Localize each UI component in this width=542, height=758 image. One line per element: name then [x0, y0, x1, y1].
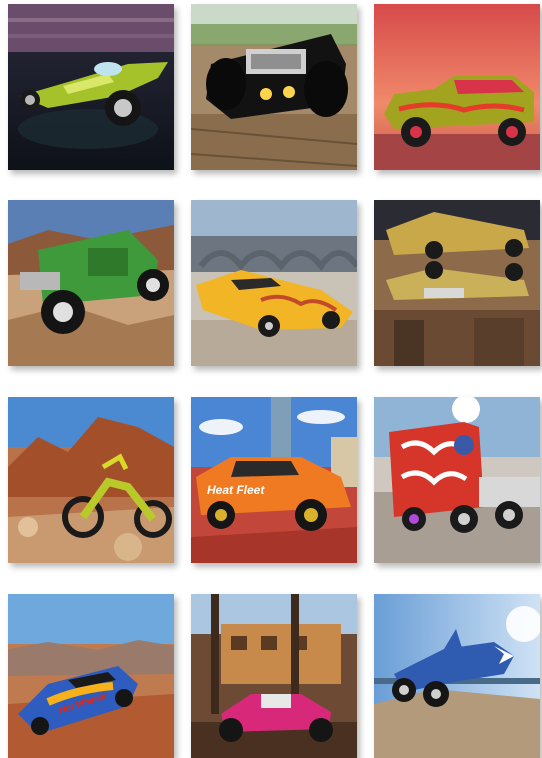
orange-gasser-photo [191, 397, 357, 563]
photo-tile-gold-gasser[interactable] [374, 4, 540, 170]
motocross-photo [8, 397, 174, 563]
photo-tile-blue-rally-car[interactable]: Hot Wheels [8, 594, 174, 758]
photo-tile-yellow-flame-car[interactable] [191, 200, 357, 366]
gold-stacked-cars-photo [374, 200, 540, 366]
photo-tile-gold-stacked-cars[interactable] [374, 200, 540, 366]
photo-tile-orange-gasser[interactable]: Heat Fleet [191, 397, 357, 563]
shark-car-photo [374, 594, 540, 758]
black-rod-photo [191, 4, 357, 170]
green-hotrod-photo [8, 4, 174, 170]
photo-tile-pink-rod[interactable] [191, 594, 357, 758]
green-bonebreaker-photo [8, 200, 174, 366]
pink-rod-photo [191, 594, 357, 758]
photo-tile-shark-car[interactable] [374, 594, 540, 758]
yellow-flame-car-photo [191, 200, 357, 366]
photo-tile-semi-truck[interactable] [374, 397, 540, 563]
blue-rally-car-photo [8, 594, 174, 758]
photo-grid: Heat Fleet Hot Wheels [0, 0, 542, 758]
photo-tile-motocross[interactable] [8, 397, 174, 563]
heat-fleet-decal: Heat Fleet [207, 483, 265, 497]
photo-tile-green-hotrod[interactable] [8, 4, 174, 170]
photo-tile-green-bonebreaker[interactable] [8, 200, 174, 366]
gold-gasser-photo [374, 4, 540, 170]
photo-tile-black-rod[interactable] [191, 4, 357, 170]
semi-truck-photo [374, 397, 540, 563]
